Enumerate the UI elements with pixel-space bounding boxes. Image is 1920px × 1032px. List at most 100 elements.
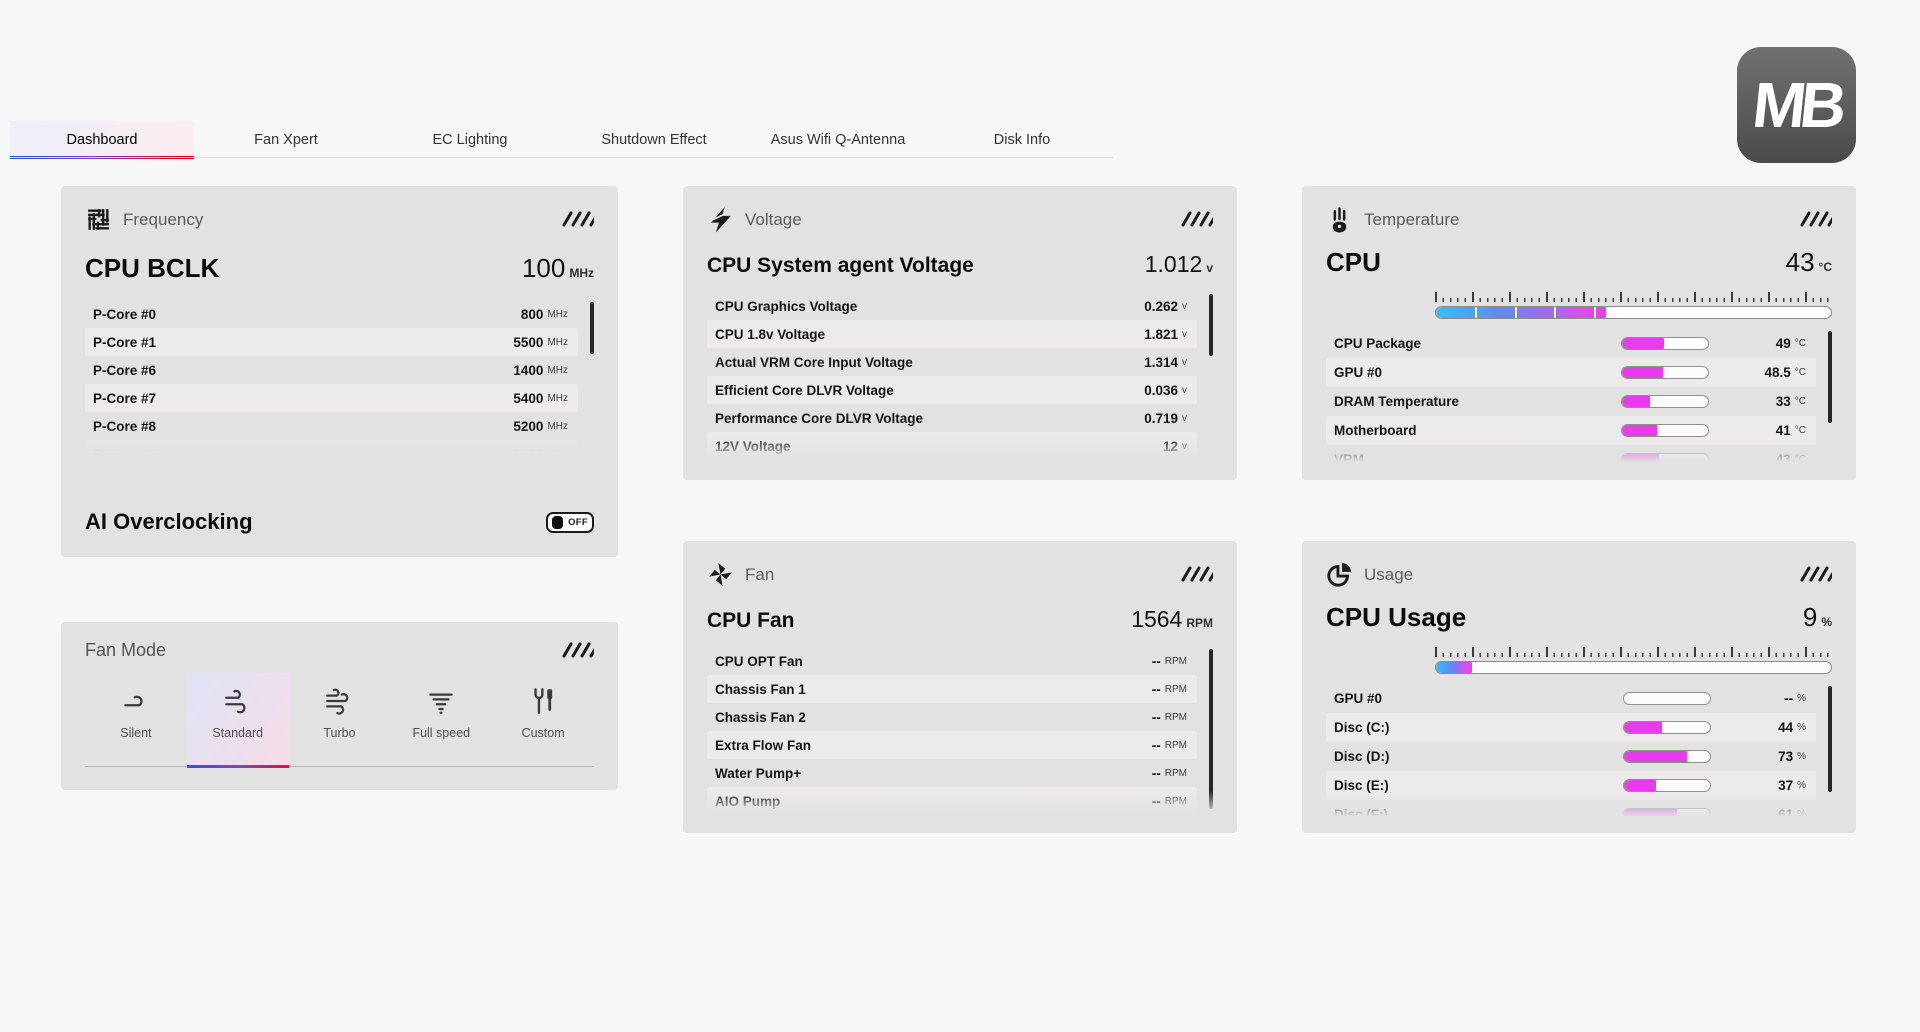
list-item: CPU 1.8v Voltage 1.821 v: [707, 320, 1197, 348]
tab-disk-info[interactable]: Disk Info: [930, 121, 1114, 158]
frequency-card: Frequency CPU BCLK 100 MHz P-Core #0 800…: [61, 186, 618, 557]
row-value: 43: [1745, 452, 1791, 465]
row-unit: RPM: [1165, 768, 1187, 779]
rows-container: GPU #0 -- % Disc (C:) 44 % Disc (D:) 73 …: [1326, 684, 1832, 820]
row-unit: °C: [1795, 454, 1806, 465]
tab-label: EC Lighting: [433, 132, 508, 148]
row-label: DRAM Temperature: [1334, 394, 1459, 409]
logo-text: MB: [1749, 68, 1844, 142]
main-label: CPU BCLK: [85, 253, 219, 284]
mini-progress-bar: [1621, 366, 1709, 379]
row-value: 1.821: [1144, 327, 1178, 342]
card-title: Temperature: [1364, 210, 1800, 230]
main-label: CPU Usage: [1326, 602, 1466, 633]
row-label: Chassis Fan 2: [715, 710, 806, 725]
card-menu-icon[interactable]: [1181, 566, 1213, 583]
rows-container: CPU OPT Fan -- RPM Chassis Fan 1 -- RPM …: [707, 647, 1213, 815]
fan-mode-option-full-speed[interactable]: Full speed: [390, 673, 492, 766]
fan-mode-option-standard[interactable]: Standard: [187, 673, 289, 766]
rows-container: CPU Graphics Voltage 0.262 v CPU 1.8v Vo…: [707, 292, 1213, 460]
row-value: 5500: [513, 335, 543, 350]
main-label: CPU: [1326, 247, 1381, 278]
list-item: Actual VRM Core Input Voltage 1.314 v: [707, 348, 1197, 376]
row-label: CPU Graphics Voltage: [715, 299, 857, 314]
mini-progress-bar: [1623, 779, 1711, 792]
row-unit: %: [1797, 780, 1806, 791]
scrollbar-thumb[interactable]: [1828, 331, 1832, 423]
tab-ec-lighting[interactable]: EC Lighting: [378, 121, 562, 158]
row-value: 0.262: [1144, 299, 1178, 314]
row-unit: RPM: [1165, 712, 1187, 723]
tab-fan-xpert[interactable]: Fan Xpert: [194, 121, 378, 158]
scrollbar-thumb[interactable]: [1209, 649, 1213, 809]
row-value: 49: [1745, 336, 1791, 351]
scrollbar-thumb[interactable]: [1209, 294, 1213, 356]
row-value: --: [1747, 691, 1793, 706]
option-label: Custom: [522, 726, 565, 740]
card-menu-icon[interactable]: [562, 642, 594, 659]
row-unit: MHz: [547, 449, 568, 455]
list-item: P-Core #1 5500 MHz: [85, 328, 578, 356]
fan-mode-option-custom[interactable]: Custom: [492, 673, 594, 766]
row-unit: %: [1797, 809, 1806, 820]
row-unit: MHz: [547, 393, 568, 404]
ai-overclocking-toggle[interactable]: OFF: [546, 512, 594, 533]
toggle-state-label: OFF: [568, 517, 588, 528]
mini-progress-bar: [1621, 453, 1709, 465]
speed-lines-icon: [425, 685, 457, 717]
fan-mode-option-turbo[interactable]: Turbo: [289, 673, 391, 766]
main-label: CPU System agent Voltage: [707, 254, 974, 278]
card-title: Frequency: [123, 210, 562, 230]
row-label: CPU Package: [1334, 336, 1421, 351]
card-header: Voltage: [683, 186, 1237, 233]
row-label: AIO Pump: [715, 794, 780, 809]
row-unit: %: [1797, 751, 1806, 762]
card-menu-icon[interactable]: [1181, 211, 1213, 228]
row-value: 33: [1745, 394, 1791, 409]
card-menu-icon[interactable]: [1800, 211, 1832, 228]
row-value: 37: [1747, 778, 1793, 793]
mini-progress-fill: [1624, 780, 1656, 791]
tab-label: Disk Info: [994, 132, 1050, 148]
mini-progress-fill: [1624, 809, 1676, 820]
list-item: GPU #0 48.5 °C: [1326, 358, 1816, 387]
fan-list: CPU OPT Fan -- RPM Chassis Fan 1 -- RPM …: [707, 647, 1213, 817]
row-label: Chassis Fan 1: [715, 682, 806, 697]
row-unit: v: [1182, 329, 1187, 340]
usage-tick-ruler: [1435, 647, 1832, 657]
wind-triple-icon: [323, 685, 355, 717]
mini-progress-bar: [1621, 337, 1709, 350]
row-label: P-Core #9: [93, 447, 156, 455]
row-unit: °C: [1795, 338, 1806, 349]
card-menu-icon[interactable]: [1800, 566, 1832, 583]
tab-label: Asus Wifi Q-Antenna: [771, 132, 906, 148]
tab-asus-wifi-q-antenna[interactable]: Asus Wifi Q-Antenna: [746, 121, 930, 158]
main-unit: RPM: [1186, 616, 1213, 630]
card-menu-icon[interactable]: [562, 211, 594, 228]
main-unit: v: [1206, 261, 1213, 275]
tab-dashboard[interactable]: Dashboard: [10, 121, 194, 158]
row-label: Disc (D:): [1334, 749, 1390, 764]
mini-progress-bar: [1623, 750, 1711, 763]
temperature-icon: [1326, 206, 1353, 233]
card-header: Fan: [683, 541, 1237, 588]
row-value: 73: [1747, 749, 1793, 764]
tab-shutdown-effect[interactable]: Shutdown Effect: [562, 121, 746, 158]
list-item: P-Core #8 5200 MHz: [85, 412, 578, 440]
mini-progress-bar: [1621, 395, 1709, 408]
scrollbar-thumb[interactable]: [1828, 686, 1832, 792]
scrollbar-thumb[interactable]: [590, 302, 594, 354]
row-label: P-Core #0: [93, 307, 156, 322]
tab-bar: Dashboard Fan Xpert EC Lighting Shutdown…: [10, 121, 1114, 158]
tab-separator-line: [10, 157, 1113, 158]
list-item: CPU OPT Fan -- RPM: [707, 647, 1197, 675]
mini-progress-bar: [1623, 808, 1711, 820]
main-label: CPU Fan: [707, 609, 795, 633]
fan-mode-option-silent[interactable]: Silent: [85, 673, 187, 766]
ai-overclocking-row: AI Overclocking OFF: [85, 509, 594, 535]
card-title: Usage: [1364, 565, 1800, 585]
voltage-bolt-icon: [707, 206, 734, 233]
row-label: CPU 1.8v Voltage: [715, 327, 825, 342]
card-title: Voltage: [745, 210, 1181, 230]
list-item: 12V Voltage 12 v: [707, 432, 1197, 460]
